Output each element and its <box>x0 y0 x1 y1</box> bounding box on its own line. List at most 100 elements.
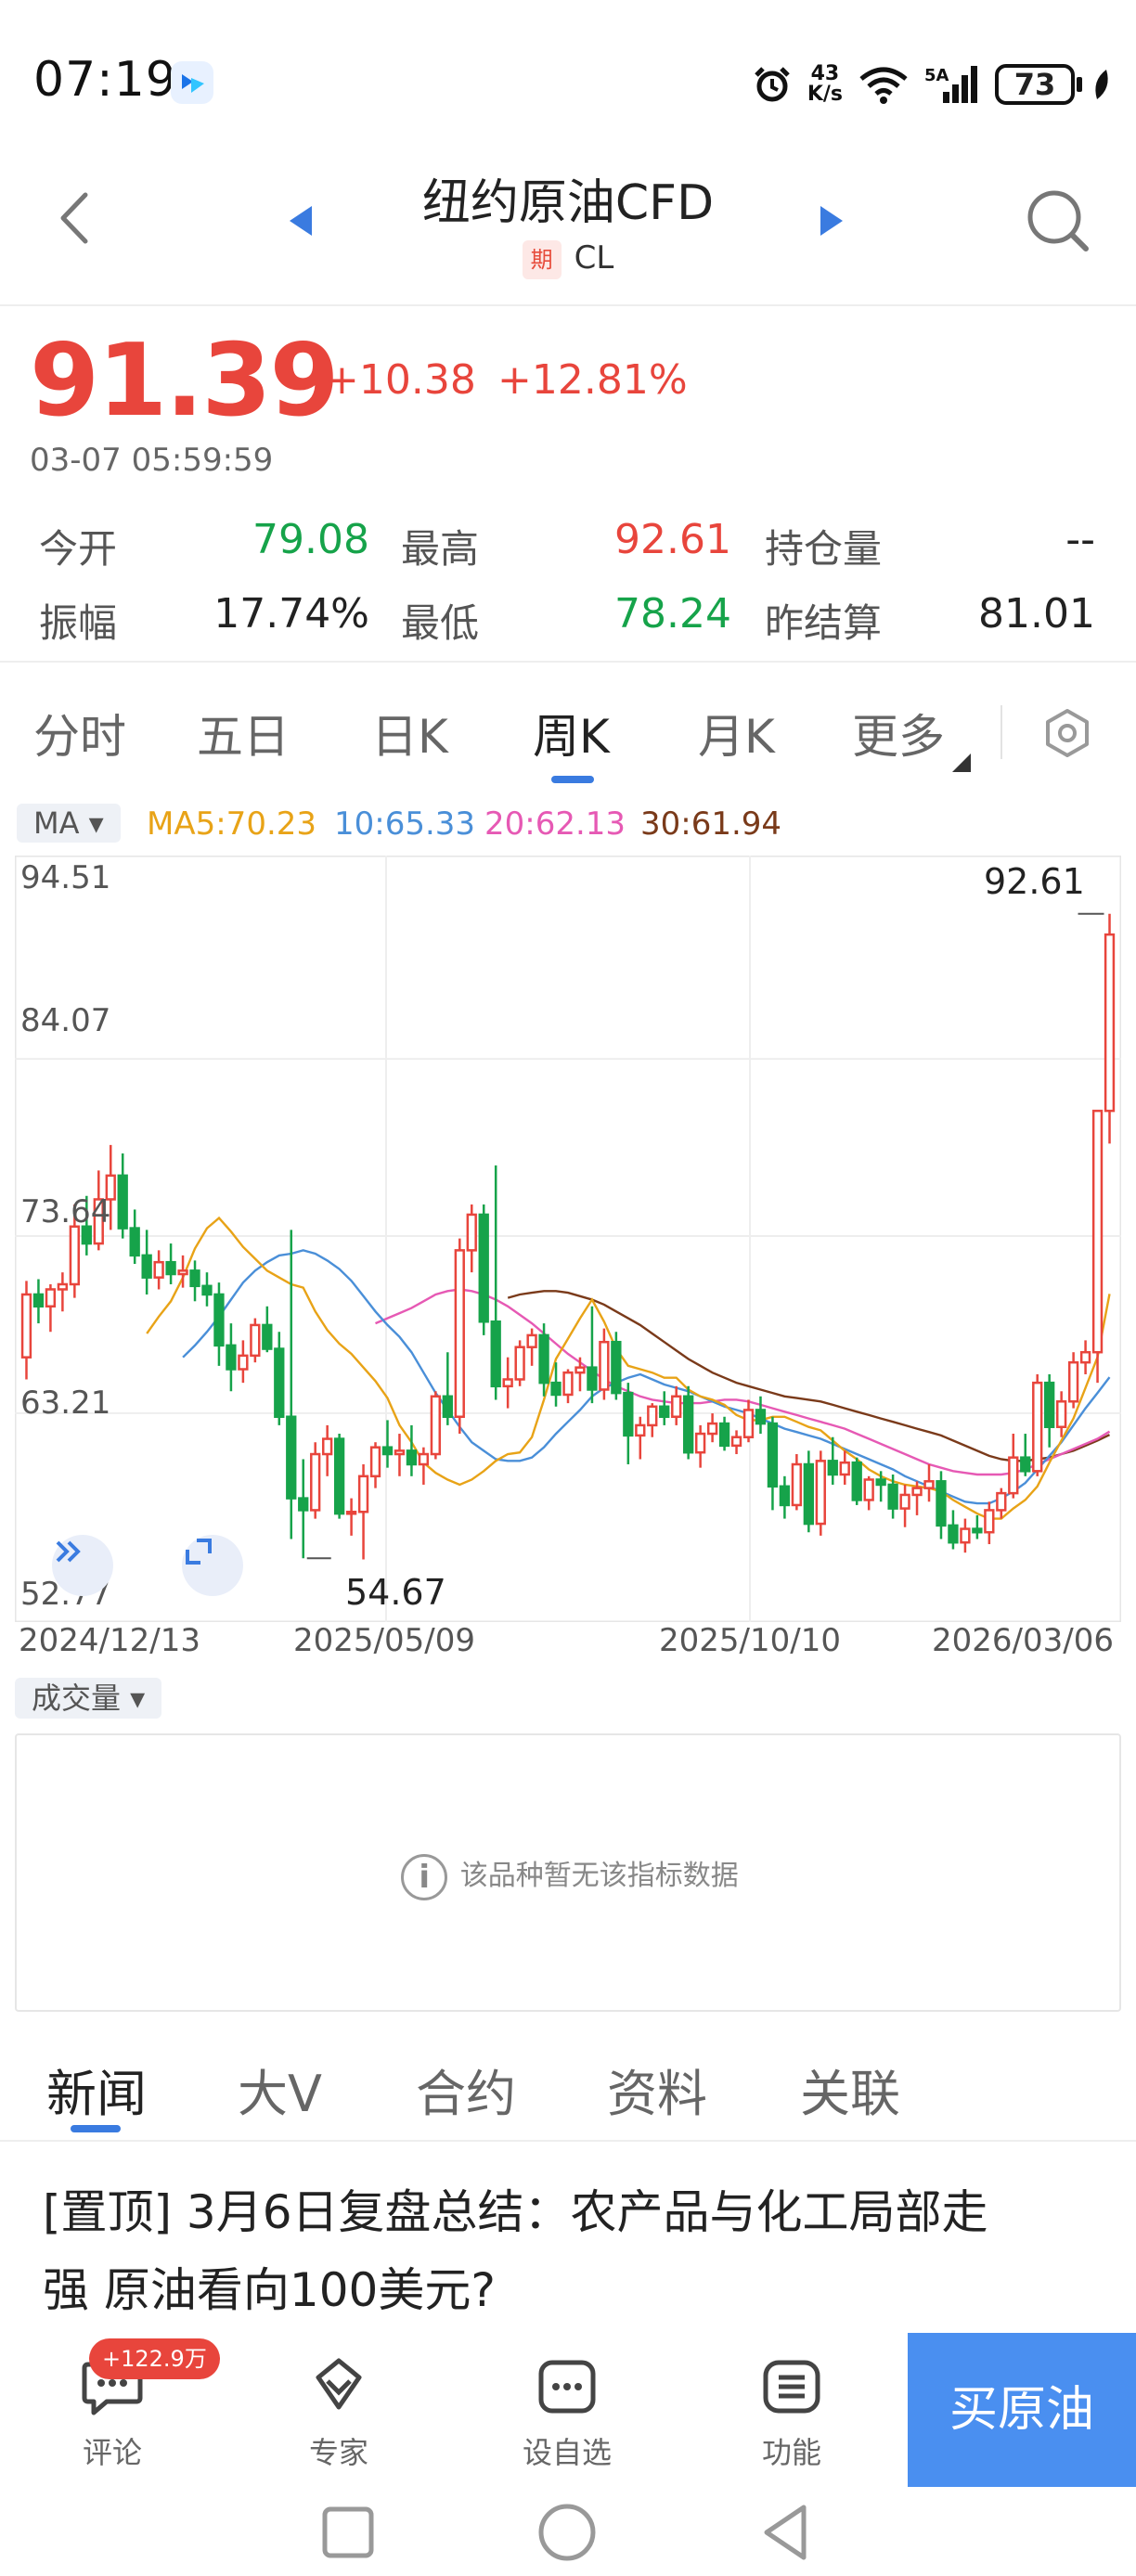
fullscreen-button[interactable] <box>182 1535 243 1596</box>
status-bar: 07:19 43 K/s 5A 73 <box>0 0 1136 158</box>
low-label: 最低 <box>401 600 480 646</box>
candle-body <box>538 1333 549 1385</box>
candle-body <box>322 1437 333 1456</box>
tab-news[interactable]: 新闻 <box>46 2053 147 2126</box>
candle-body <box>1032 1381 1043 1473</box>
candle-body <box>1055 1400 1067 1428</box>
open-interest-value: -- <box>1065 516 1095 563</box>
candle-body <box>189 1269 200 1288</box>
candle-body <box>333 1437 345 1515</box>
volume-empty-text: 该品种暂无该指标数据 <box>459 1860 739 1892</box>
x-tick-label: 2024/12/13 <box>19 1622 200 1659</box>
max-price-label: 92.61 <box>984 861 1085 902</box>
prev-settle-label: 昨结算 <box>765 600 883 646</box>
chart-settings-button[interactable] <box>1039 705 1095 761</box>
candle-body <box>526 1333 537 1348</box>
candle-body <box>911 1487 923 1497</box>
leaf-icon <box>1095 70 1108 99</box>
x-tick-label: 2026/03/06 <box>932 1622 1114 1659</box>
ma20-value: 20:62.13 <box>484 805 626 843</box>
candle-body <box>286 1415 297 1500</box>
candle-body <box>899 1493 910 1510</box>
volume-selector-button[interactable]: 成交量 ▾ <box>15 1678 162 1719</box>
add-watchlist-button[interactable]: 设自选 <box>507 2353 627 2472</box>
tab-five-day[interactable]: 五日 <box>197 700 290 766</box>
ma-legend: MA ▾ MA5:70.23 10:65.33 20:62.13 30:61.9… <box>13 802 1127 846</box>
news-item-title[interactable]: [置顶] 3月6日复盘总结：农产品与化工局部走 强 原油看向100美元? <box>43 2173 1101 2329</box>
watchlist-icon <box>538 2360 596 2414</box>
candle-body <box>177 1269 188 1276</box>
candle-body <box>381 1446 394 1456</box>
candle-body <box>45 1288 57 1308</box>
next-instrument-button[interactable] <box>811 202 848 239</box>
candle-body <box>803 1462 814 1526</box>
candle-body <box>406 1449 418 1466</box>
ma-selector-button[interactable]: MA ▾ <box>17 804 121 843</box>
candle-body <box>706 1422 718 1436</box>
more-corner-icon <box>952 753 971 772</box>
y-tick-label: 94.51 <box>20 859 111 896</box>
candle-body <box>57 1282 69 1291</box>
function-label: 功能 <box>761 2435 821 2470</box>
candle-body <box>694 1432 706 1454</box>
comment-label: 评论 <box>82 2435 142 2470</box>
min-price-label: 54.67 <box>345 1572 446 1613</box>
candle-body <box>514 1346 525 1381</box>
scroll-latest-button[interactable] <box>52 1535 113 1596</box>
candle-body <box>310 1452 321 1512</box>
divider <box>0 661 1136 663</box>
comment-count-badge: +122.9万 <box>89 2338 220 2379</box>
last-price: 91.39 <box>30 323 340 439</box>
tab-monthly-k[interactable]: 月K <box>698 700 775 766</box>
kline-canvas <box>15 856 1121 1622</box>
tab-weekly-k[interactable]: 周K <box>533 700 610 766</box>
candle-body <box>1067 1360 1079 1403</box>
expand-icon <box>186 1539 212 1565</box>
candle-body <box>742 1409 755 1438</box>
candle-body <box>839 1461 850 1476</box>
home-button[interactable] <box>535 2500 600 2565</box>
back-nav-button[interactable] <box>754 2500 819 2565</box>
candle-body <box>948 1524 959 1544</box>
candle-body <box>960 1527 971 1544</box>
status-time: 07:19 <box>33 52 177 108</box>
candle-body <box>587 1366 598 1391</box>
info-icon: i <box>401 1853 448 1900</box>
candle-body <box>502 1378 513 1388</box>
tab-contract[interactable]: 合约 <box>416 2053 516 2126</box>
ma10-line <box>182 1249 1111 1505</box>
candle-body <box>767 1422 779 1488</box>
candle-body <box>815 1460 826 1526</box>
tab-big-v[interactable]: 大V <box>238 2053 322 2126</box>
open-value: 79.08 <box>252 516 369 563</box>
high-label: 最高 <box>401 526 480 572</box>
candle-body <box>262 1323 273 1350</box>
low-value: 78.24 <box>614 590 731 638</box>
candle-body <box>755 1409 767 1425</box>
tab-daily-k[interactable]: 日K <box>371 700 448 766</box>
tab-intraday[interactable]: 分时 <box>33 700 126 766</box>
buy-crude-button[interactable]: 买原油 <box>908 2333 1136 2487</box>
top-nav: 纽约原油CFD 期 CL <box>0 158 1136 306</box>
candle-body <box>32 1293 45 1308</box>
candle-body <box>454 1249 465 1419</box>
candle-body <box>394 1449 406 1456</box>
candle-body <box>117 1174 128 1230</box>
ma10-value: 10:65.33 <box>334 805 476 843</box>
function-button[interactable]: 功能 <box>731 2353 852 2472</box>
app-notification-icon <box>171 61 213 104</box>
signal-icon: 5A <box>924 66 977 103</box>
ma30-value: 30:61.94 <box>640 805 782 843</box>
candle-body <box>562 1371 574 1397</box>
tab-more[interactable]: 更多 <box>852 700 945 766</box>
y-tick-label: 84.07 <box>20 1002 111 1039</box>
recent-apps-button[interactable] <box>316 2500 381 2565</box>
tab-related[interactable]: 关联 <box>800 2053 900 2126</box>
tab-profile[interactable]: 资料 <box>607 2053 707 2126</box>
search-button[interactable] <box>1021 184 1095 258</box>
watchlist-label: 设自选 <box>522 2435 612 2470</box>
candle-body <box>141 1254 152 1279</box>
expert-button[interactable]: 专家 <box>278 2353 399 2472</box>
candle-body <box>851 1461 862 1501</box>
kline-chart[interactable]: 94.51 84.07 73.64 63.21 52.77 92.61 54.6… <box>15 856 1121 1659</box>
